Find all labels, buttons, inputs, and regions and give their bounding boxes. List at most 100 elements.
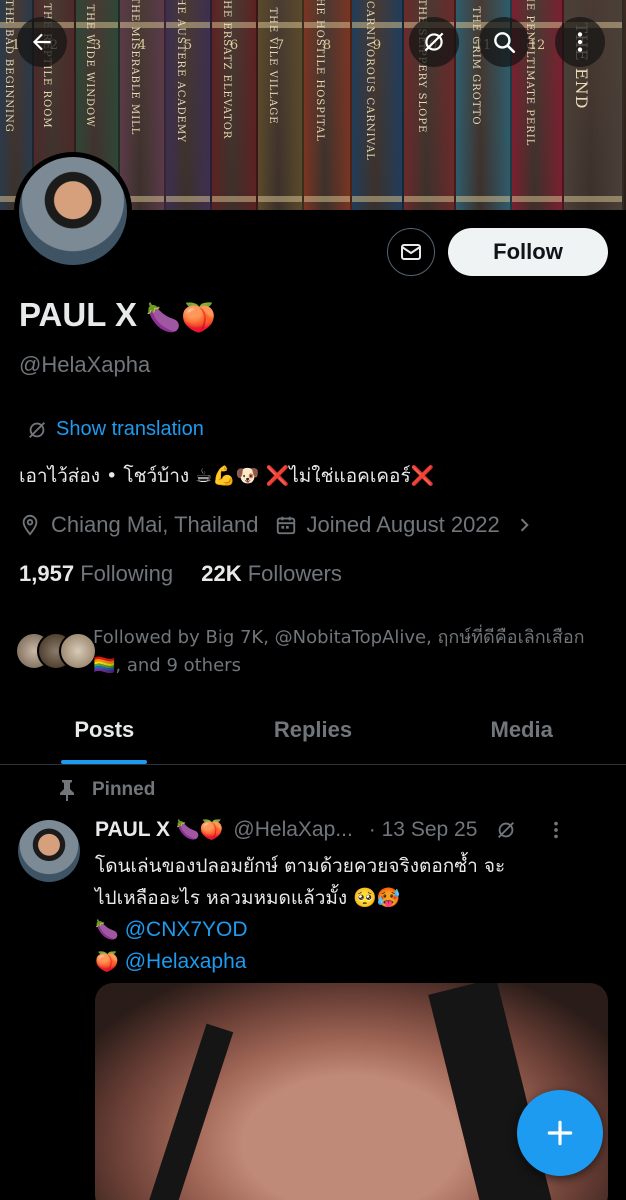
book-band [564,196,622,202]
mention-link[interactable]: @Helaxapha [125,950,247,973]
book-band [304,196,350,202]
media-detail [428,983,552,1200]
message-button[interactable] [387,228,435,276]
book-title: THE AUSTERE ACADEMY [175,0,186,143]
translate-button[interactable] [409,17,459,67]
post-body: โดนเล่นของปลอมยักษ์ ตามด้วยควยจริงตอกซ้ำ… [95,850,610,978]
book-title: THE GRIM GROTTO [470,6,481,126]
pinned-indicator: Pinned [58,779,155,801]
book-band [304,22,350,28]
post-author-emoji: 🍆🍑 [176,820,224,841]
following-stat[interactable]: 1,957 Following [19,561,173,586]
book-band [76,22,118,28]
book-band [352,22,402,28]
book-title: THE MISERABLE MILL [129,0,140,136]
book-band [258,22,302,28]
tab-posts[interactable]: Posts [0,705,209,764]
banner-book: 6 THE ERSATZ ELEVATOR [212,0,258,210]
book-title: THE BAD BEGINNING [3,0,14,133]
post-date[interactable]: · 13 Sep 25 [369,818,478,842]
profile-bio: เอาไว้ส่อง • โชว์บ้าง ☕💪🐶 ❌ไม่ใช่แอคเคอร… [19,465,435,487]
media-detail [144,1023,234,1200]
tab-media[interactable]: Media [417,705,626,764]
profile-meta: Chiang Mai, Thailand Joined August 2022 [19,512,544,538]
followers-count: 22K [201,561,242,586]
following-label: Following [80,561,174,586]
book-band [212,196,256,202]
follow-button[interactable]: Follow [448,228,608,276]
book-title: THE CARNIVOROUS CARNIVAL [364,0,375,161]
post-author-name[interactable]: PAUL X [95,818,170,842]
post-mention-line: 🍑 @Helaxapha [95,946,610,978]
mention-emoji: 🍆 [95,919,119,941]
translate-icon [424,32,444,52]
calendar-icon [275,514,297,536]
book-band [120,22,164,28]
book-title: THE PENULTIMATE PERIL [524,0,535,147]
book-number: 9 [372,38,382,53]
followed-by[interactable]: Followed by Big 7K, @NobitaTopAlive, ฤกษ… [15,624,615,684]
banner-book: 9 THE CARNIVOROUS CARNIVAL [352,0,404,210]
search-icon [494,32,516,54]
book-title: THE VILE VILLAGE [267,7,278,125]
post-author-avatar[interactable] [18,820,80,882]
translate-icon[interactable] [495,819,517,841]
post-media-image[interactable] [95,983,608,1200]
book-number: 7 [275,38,285,53]
followed-by-text: Followed by Big 7K, @NobitaTopAlive, ฤกษ… [93,627,585,676]
banner-book: 4 THE MISERABLE MILL [120,0,166,210]
more-button[interactable] [555,17,605,67]
followers-label: Followers [247,561,342,586]
mention-link[interactable]: @CNX7YOD [125,918,248,941]
pinned-label: Pinned [92,779,156,800]
book-band [456,196,510,202]
following-count: 1,957 [19,561,75,586]
chevron-right-icon[interactable] [514,515,534,535]
tab-replies[interactable]: Replies [209,705,418,764]
back-button[interactable] [17,17,67,67]
translate-icon [29,421,45,438]
back-arrow-icon [32,33,51,51]
book-title: THE WIDE WINDOW [84,4,95,128]
book-number: 8 [322,38,332,53]
show-translation-link[interactable]: Show translation [26,418,204,441]
followers-stat[interactable]: 22K Followers [201,561,342,586]
book-band [512,196,562,202]
banner-book: 8 THE HOSTILE HOSPITAL [304,0,352,210]
profile-tabs: Posts Replies Media [0,705,626,765]
post-header: PAUL X 🍆🍑 @HelaXap... · 13 Sep 25 [95,818,610,842]
post-text-line: ไปเหลืออะไร หลวมหมดแล้วมั้ง 🥺🥵 [95,887,401,909]
follower-avatar [59,632,97,670]
profile-handle: @HelaXapha [19,352,151,377]
profile-avatar[interactable] [14,152,132,270]
mail-icon [401,244,421,260]
compose-button[interactable] [517,1090,603,1176]
compose-plus-icon [547,1120,573,1146]
banner-book: 5 THE AUSTERE ACADEMY [166,0,212,210]
show-translation-label: Show translation [56,418,204,440]
banner-book: 7 THE VILE VILLAGE [258,0,304,210]
book-number: 6 [229,38,239,53]
book-number: 3 [92,38,102,53]
profile-stats: 1,957 Following 22K Followers [19,561,342,587]
mention-emoji: 🍑 [95,951,119,973]
pin-icon [60,780,74,801]
book-number: 5 [183,38,193,53]
more-vertical-icon [577,32,583,52]
search-button[interactable] [479,17,529,67]
book-band [166,196,210,202]
more-vertical-icon[interactable] [547,819,565,841]
book-title: THE ERSATZ ELEVATOR [221,0,232,140]
profile-name-emoji: 🍆🍑 [146,301,216,333]
location-pin-icon [19,514,41,536]
post-mention-line: 🍆 @CNX7YOD [95,914,610,946]
profile-joined: Joined August 2022 [306,512,500,537]
book-band [212,22,256,28]
book-band [352,196,402,202]
profile-location: Chiang Mai, Thailand [51,512,259,537]
post-text-line: โดนเล่นของปลอมยักษ์ ตามด้วยควยจริงตอกซ้ำ… [95,855,506,877]
book-band [258,196,302,202]
post-author-handle[interactable]: @HelaXap... [233,818,352,842]
book-title: THE HOSTILE HOSPITAL [314,0,325,142]
book-number: 4 [137,38,147,53]
